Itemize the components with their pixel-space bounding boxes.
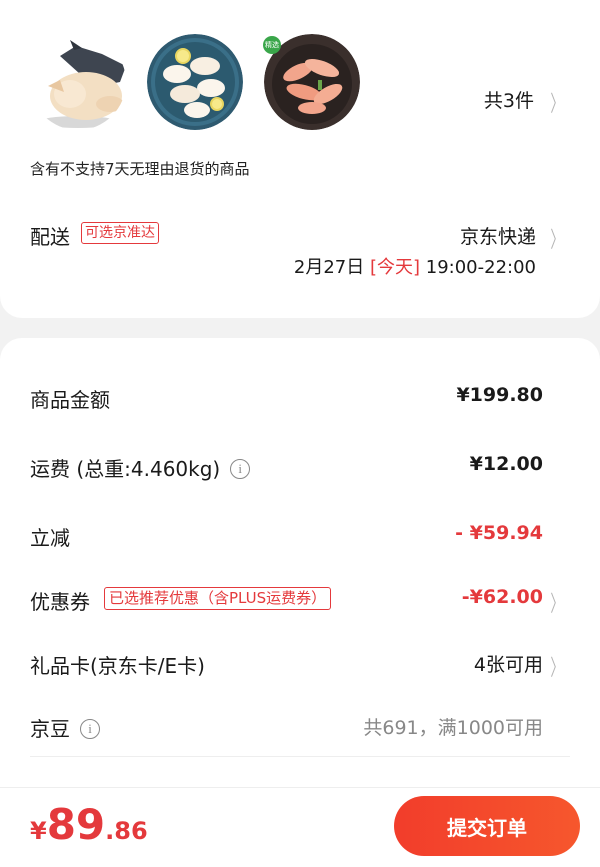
selected-sticker: 精选 bbox=[263, 36, 281, 54]
jingdou-value: 共691，满1000可用 bbox=[363, 717, 543, 739]
info-icon[interactable]: i bbox=[230, 459, 251, 479]
product-thumb-chicken-breast[interactable] bbox=[147, 34, 243, 130]
delivery-window: 19:00-22:00 bbox=[425, 257, 536, 278]
divider bbox=[30, 756, 570, 757]
coupon-badge[interactable]: 已选推荐优惠（含PLUS运费券） bbox=[104, 587, 332, 610]
freight-label-wrap: 运费 (总重:4.460kg) i bbox=[30, 453, 251, 482]
discount-label: 立减 bbox=[30, 526, 70, 550]
return-notice: 含有不支持7天无理由退货的商品 bbox=[30, 160, 250, 178]
discount-value: - ¥59.94 bbox=[455, 522, 543, 544]
goods-amount-value: ¥199.80 bbox=[456, 384, 543, 406]
price-currency: ¥ bbox=[30, 817, 47, 845]
giftcard-label: 礼品卡(京东卡/E卡) bbox=[30, 654, 205, 678]
chevron-right-icon[interactable]: 〉 bbox=[550, 586, 563, 618]
freight-row: 运费 (总重:4.460kg) i ¥12.00 bbox=[0, 445, 600, 485]
item-count[interactable]: 共3件 bbox=[484, 86, 534, 113]
delivery-today: [今天] bbox=[369, 257, 421, 278]
product-thumb-chicken[interactable] bbox=[30, 34, 126, 130]
jingdou-label: 京豆 bbox=[30, 717, 70, 741]
whole-chicken-image bbox=[30, 34, 126, 130]
delivery-time: 2月27日 [今天] 19:00-22:00 bbox=[294, 253, 536, 279]
goods-amount-row: 商品金额 ¥199.80 bbox=[0, 376, 600, 416]
jingdou-row: 京豆 i 共691，满1000可用 bbox=[0, 705, 600, 745]
checkout-bar: ¥89.86 提交订单 bbox=[0, 787, 600, 867]
info-icon[interactable]: i bbox=[80, 719, 100, 739]
price-integer: 89 bbox=[46, 800, 106, 849]
discount-row: 立减 - ¥59.94 bbox=[0, 514, 600, 554]
freight-label: 运费 (总重:4.460kg) bbox=[30, 457, 221, 481]
goods-amount-label: 商品金额 bbox=[30, 388, 110, 412]
submit-order-button[interactable]: 提交订单 bbox=[394, 796, 580, 856]
shipping-badge[interactable]: 可选京准达 bbox=[81, 222, 159, 244]
freight-value: ¥12.00 bbox=[469, 453, 543, 475]
chevron-right-icon[interactable]: 〉 bbox=[550, 86, 563, 118]
coupon-label: 优惠券 bbox=[30, 590, 90, 614]
shipping-method[interactable]: 京东快递 bbox=[460, 222, 536, 249]
coupon-value[interactable]: -¥62.00 bbox=[462, 586, 543, 608]
giftcard-value[interactable]: 4张可用 bbox=[474, 650, 543, 677]
chevron-right-icon[interactable]: 〉 bbox=[550, 650, 563, 682]
coupon-row[interactable]: 优惠券 已选推荐优惠（含PLUS运费券） -¥62.00 〉 bbox=[0, 578, 600, 618]
chevron-right-icon[interactable]: 〉 bbox=[550, 222, 563, 254]
total-price: ¥89.86 bbox=[30, 800, 148, 849]
jingdou-label-wrap: 京豆 i bbox=[30, 713, 100, 742]
giftcard-row[interactable]: 礼品卡(京东卡/E卡) 4张可用 〉 bbox=[0, 642, 600, 682]
price-decimal: .86 bbox=[105, 817, 148, 845]
order-items-card: 精选 共3件 〉 含有不支持7天无理由退货的商品 配送 可选京准达 京东快递 〉… bbox=[0, 0, 600, 318]
delivery-date: 2月27日 bbox=[293, 257, 365, 278]
shipping-label: 配送 bbox=[30, 225, 70, 249]
chicken-breast-plate-image bbox=[147, 34, 243, 130]
